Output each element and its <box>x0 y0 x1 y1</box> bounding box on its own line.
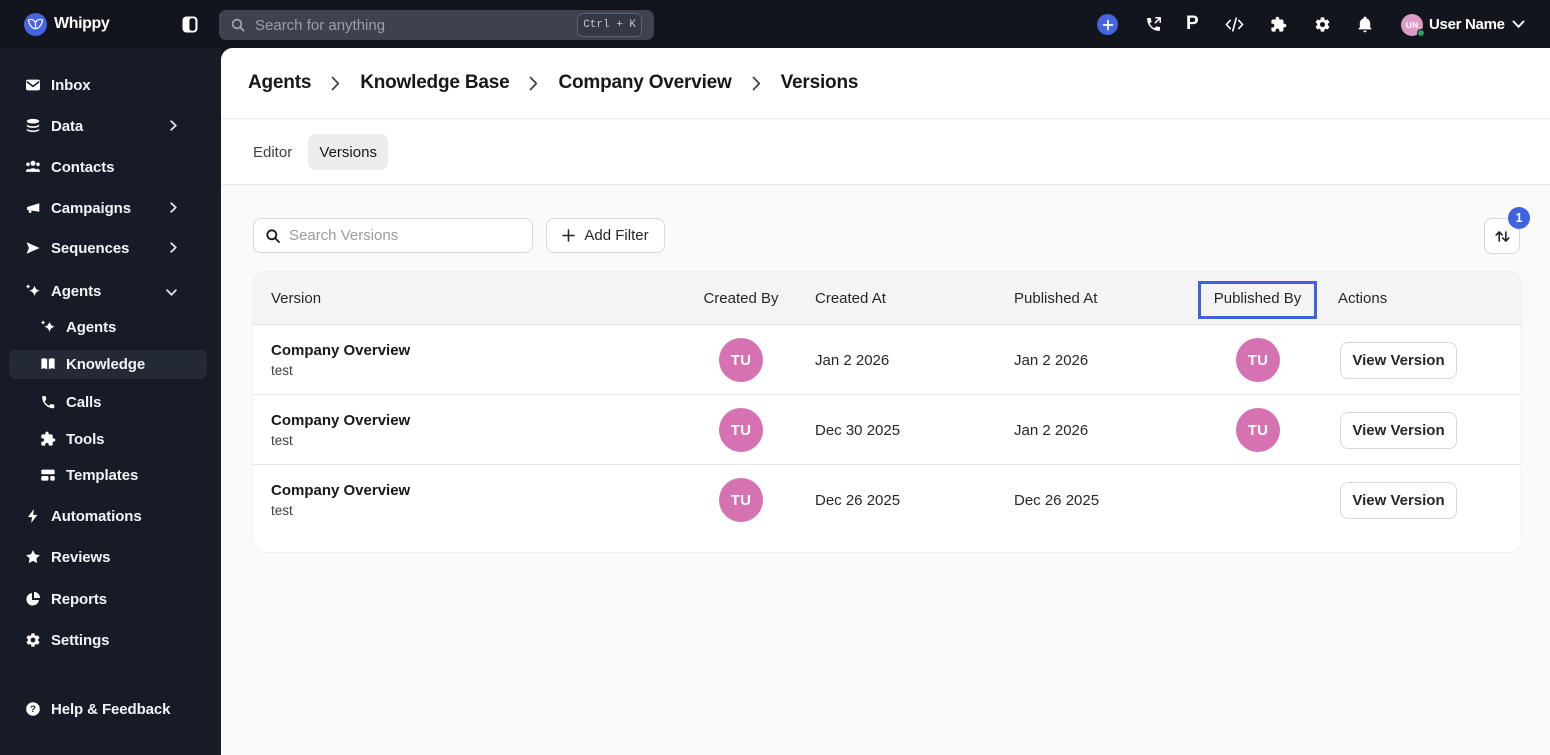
svg-text:?: ? <box>30 704 36 715</box>
